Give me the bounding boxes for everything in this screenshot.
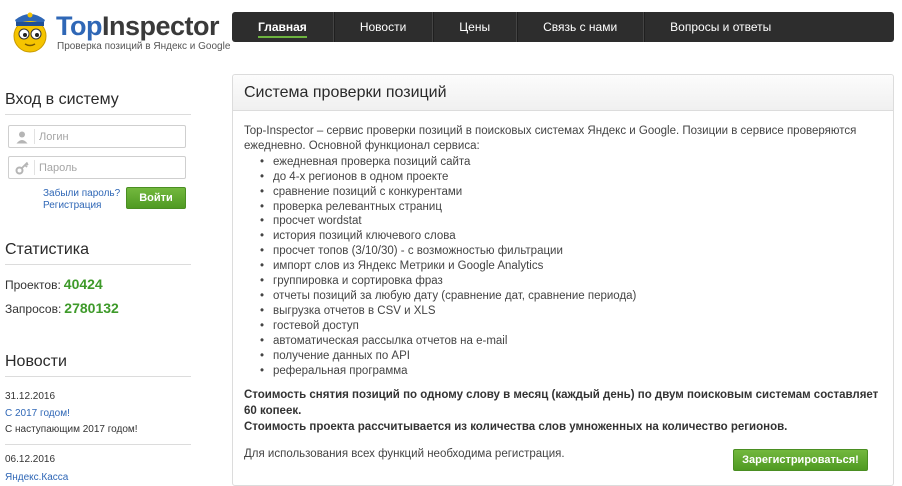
- register-link[interactable]: Регистрация: [43, 200, 120, 212]
- feature-item: ежедневная проверка позиций сайта: [260, 155, 884, 170]
- feature-item: импорт слов из Яндекс Метрики и Google A…: [260, 259, 884, 274]
- stats-title: Статистика: [5, 241, 90, 258]
- nav-item-prices[interactable]: Цены: [433, 12, 516, 42]
- news-title: Новости: [5, 353, 67, 370]
- register-button[interactable]: Зарегистрироваться!: [733, 449, 868, 471]
- divider: [5, 114, 191, 115]
- news-date: 06.12.2016: [5, 454, 56, 465]
- field-divider: [34, 129, 35, 144]
- login-input[interactable]: [39, 126, 183, 147]
- news-date: 31.12.2016: [5, 391, 56, 402]
- feature-item: гостевой доступ: [260, 319, 884, 334]
- feature-item: проверка релевантных страниц: [260, 200, 884, 215]
- feature-list: ежедневная проверка позиций сайта до 4-х…: [244, 155, 884, 379]
- panel-title: Система проверки позиций: [233, 75, 893, 111]
- stat-projects-label: Проектов:: [5, 278, 61, 292]
- stat-projects: Проектов: 40424: [5, 276, 103, 292]
- news-headline-link[interactable]: С 2017 годом!: [5, 408, 70, 419]
- main-nav: Главная Новости Цены Связь с нами Вопрос…: [232, 12, 894, 42]
- feature-item: просчет wordstat: [260, 214, 884, 229]
- nav-item-faq[interactable]: Вопросы и ответы: [644, 12, 797, 42]
- feature-item: до 4-х регионов в одном проекте: [260, 170, 884, 185]
- feature-item: реферальная программа: [260, 364, 884, 379]
- feature-item: просчет топов (3/10/30) - с возможностью…: [260, 244, 884, 259]
- login-title: Вход в систему: [5, 91, 119, 108]
- stat-projects-value: 40424: [63, 276, 103, 292]
- feature-item: группировка и сортировка фраз: [260, 274, 884, 289]
- feature-item: выгрузка отчетов в CSV и XLS: [260, 304, 884, 319]
- divider: [5, 376, 191, 377]
- field-divider: [34, 160, 35, 175]
- nav-item-contact[interactable]: Связь с нами: [517, 12, 643, 42]
- forgot-password-link[interactable]: Забыли пароль?: [43, 188, 120, 200]
- password-input[interactable]: [39, 157, 183, 178]
- news-text: С наступающим 2017 годом!: [5, 424, 138, 435]
- divider: [5, 264, 191, 265]
- nav-item-home[interactable]: Главная: [232, 12, 333, 42]
- logo-subtitle: Проверка позиций в Яндекс и Google: [57, 41, 231, 52]
- stat-queries-label: Запросов:: [5, 302, 62, 316]
- feature-item: автоматическая рассылка отчетов на e-mai…: [260, 334, 884, 349]
- login-links: Забыли пароль? Регистрация: [43, 188, 120, 212]
- feature-item: отчеты позиций за любую дату (сравнение …: [260, 289, 884, 304]
- site-logo[interactable]: TopInspector Проверка позиций в Яндекс и…: [6, 4, 230, 56]
- stat-queries-value: 2780132: [64, 300, 119, 316]
- key-icon: [15, 161, 29, 175]
- user-icon: [16, 131, 28, 144]
- nav-item-news[interactable]: Новости: [334, 12, 432, 42]
- news-headline-link[interactable]: Яндекс.Касса: [5, 472, 68, 483]
- logo-title: TopInspector: [56, 11, 220, 41]
- stat-queries: Запросов: 2780132: [5, 300, 119, 316]
- panel-body: Top-Inspector – сервис проверки позиций …: [244, 124, 884, 462]
- feature-item: получение данных по API: [260, 349, 884, 364]
- feature-item: история позиций ключевого слова: [260, 229, 884, 244]
- main-panel: Система проверки позиций Top-Inspector –…: [232, 74, 894, 486]
- password-field[interactable]: [8, 156, 186, 179]
- intro-text: Top-Inspector – сервис проверки позиций …: [244, 125, 857, 152]
- price-line: Стоимость проекта рассчитывается из коли…: [244, 421, 788, 434]
- feature-item: сравнение позиций с конкурентами: [260, 185, 884, 200]
- login-field[interactable]: [8, 125, 186, 148]
- login-button[interactable]: Войти: [126, 187, 186, 209]
- price-info: Стоимость снятия позиций по одному слову…: [244, 387, 884, 435]
- price-line: Стоимость снятия позиций по одному слову…: [244, 389, 879, 418]
- inspector-mascot-icon: [13, 12, 47, 53]
- divider: [5, 444, 191, 445]
